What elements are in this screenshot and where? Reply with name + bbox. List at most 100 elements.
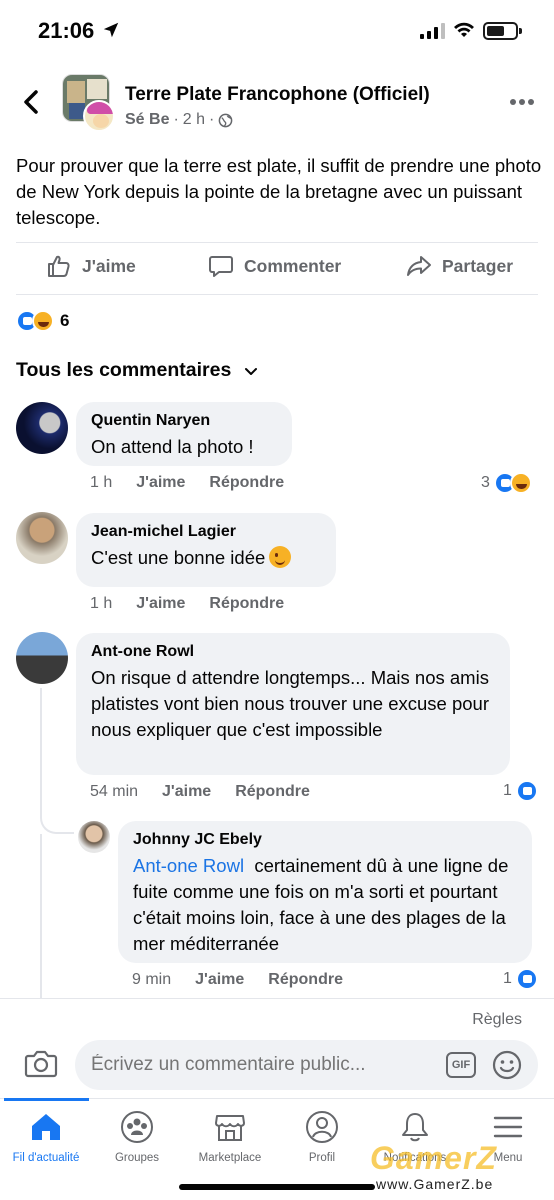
comment-time: 54 min (90, 783, 139, 800)
comment-reactions[interactable]: 1 (503, 968, 538, 990)
avatar[interactable] (16, 512, 68, 564)
comments-filter[interactable]: Tous les commentaires (16, 359, 259, 382)
comment-meta: 9 min J'aime Répondre (132, 971, 343, 989)
comments-filter-label: Tous les commentaires (16, 359, 232, 381)
avatar[interactable] (16, 632, 68, 684)
watermark-url: www.GamerZ.be (376, 1176, 494, 1192)
divider (16, 242, 538, 243)
watermark-logo: GamerZ (370, 1140, 497, 1176)
wink-emoji-icon (269, 546, 292, 568)
comment-author[interactable]: Johnny JC Ebely (133, 831, 516, 849)
reactions-count: 6 (60, 311, 70, 330)
comment-reply-button[interactable]: Répondre (209, 595, 284, 613)
comment-reactions-count: 3 (481, 474, 490, 491)
post-meta: Sé Be · 2 h · (125, 111, 233, 129)
reactions-summary[interactable]: 6 (16, 310, 69, 332)
author-avatar[interactable] (83, 100, 115, 132)
comment-time: 9 min (132, 971, 172, 988)
post-author[interactable]: Sé Be (125, 111, 169, 129)
comment-like-button[interactable]: J'aime (162, 783, 211, 801)
divider (16, 294, 538, 295)
tab-marketplace[interactable]: Marketplace (180, 1110, 280, 1164)
like-label: J'aime (82, 255, 136, 276)
globe-icon (219, 113, 233, 127)
comment-time: 1 h (90, 595, 113, 612)
comment-time: 1 h (90, 474, 113, 491)
tab-label: Marketplace (198, 1152, 262, 1164)
tab-label: Profil (308, 1152, 336, 1164)
group-name[interactable]: Terre Plate Francophone (Officiel) (125, 84, 430, 106)
post-text: Pour prouver que la terre est plate, il … (16, 155, 542, 228)
comment-reply-button[interactable]: Répondre (235, 783, 310, 801)
thread-line (40, 834, 42, 998)
tab-feed[interactable]: Fil d'actualité (0, 1110, 96, 1164)
comment-meta: 1 h J'aime Répondre (90, 595, 284, 613)
status-bar: 21:06 (0, 0, 554, 62)
comment-author[interactable]: Ant-one Rowl (91, 643, 494, 661)
post-actions: J'aime Commenter Partager (0, 253, 554, 289)
marketplace-icon (215, 1115, 245, 1141)
tab-label: Groupes (114, 1152, 160, 1164)
tab-profile[interactable]: Profil (272, 1110, 372, 1164)
chevron-down-icon (245, 367, 258, 375)
menu-icon (493, 1116, 523, 1138)
wifi-icon (454, 22, 474, 37)
avatar[interactable] (78, 821, 110, 853)
comment-like-button[interactable]: J'aime (136, 474, 185, 492)
comment-like-button[interactable]: J'aime (195, 971, 244, 989)
post-time: 2 h (182, 111, 206, 128)
tab-groups[interactable]: Groupes (87, 1110, 187, 1164)
share-label: Partager (442, 255, 514, 276)
home-icon (32, 1114, 60, 1140)
comment-reply-button[interactable]: Répondre (268, 971, 343, 989)
tab-label: Menu (493, 1152, 523, 1164)
comment-bubble: Quentin Naryen On attend la photo ! (76, 402, 292, 466)
comment-meta: 1 h J'aime Répondre (90, 474, 284, 492)
comment-text: On risque d attendre longtemps... Mais n… (91, 667, 489, 740)
emoji-icon[interactable] (492, 1050, 522, 1080)
camera-icon[interactable] (24, 1048, 58, 1078)
share-button[interactable]: Partager (406, 253, 513, 279)
avatar[interactable] (16, 402, 68, 454)
comment-reactions[interactable]: 1 (503, 780, 538, 802)
comment-text: C'est une bonne idée (91, 547, 266, 568)
haha-reaction-icon (509, 472, 532, 494)
home-indicator[interactable] (179, 1184, 375, 1190)
bell-icon (402, 1113, 428, 1142)
like-reaction-icon (515, 780, 538, 802)
haha-reaction-icon (32, 310, 54, 332)
comment-author[interactable]: Jean-michel Lagier (91, 523, 320, 541)
tab-label: Fil d'actualité (12, 1152, 80, 1164)
comment-author[interactable]: Quentin Naryen (91, 412, 276, 430)
location-arrow-icon (103, 22, 119, 38)
share-arrow-icon (407, 256, 431, 276)
comment-bubble-icon (209, 256, 233, 277)
comment-like-button[interactable]: J'aime (136, 595, 185, 613)
profile-icon (306, 1111, 338, 1143)
gif-button[interactable]: GIF (446, 1052, 476, 1078)
battery-icon (483, 22, 522, 40)
like-button[interactable]: J'aime (46, 253, 136, 279)
thumbs-up-icon (48, 255, 70, 277)
thread-line (40, 688, 42, 784)
like-reaction-icon (515, 968, 538, 990)
comment-text: On attend la photo ! (91, 436, 254, 457)
more-options-icon[interactable] (510, 99, 534, 105)
rules-link[interactable]: Règles (472, 1011, 522, 1029)
comment-reply-button[interactable]: Répondre (209, 474, 284, 492)
comment-meta: 54 min J'aime Répondre (90, 783, 310, 801)
active-tab-indicator (4, 1098, 89, 1101)
comment-bubble: Johnny JC Ebely Ant-one Rowl certainemen… (118, 821, 532, 963)
comment-bubble: Jean-michel Lagier C'est une bonne idée (76, 513, 336, 587)
groups-icon (121, 1111, 153, 1143)
thread-curve (40, 784, 74, 834)
comment-button[interactable]: Commenter (208, 253, 341, 279)
back-arrow-icon[interactable] (18, 88, 46, 116)
comment-reactions-count: 1 (503, 970, 512, 987)
comment-reactions[interactable]: 3 (481, 472, 532, 494)
cellular-signal-icon (420, 23, 445, 39)
comment-mention[interactable]: Ant-one Rowl (133, 855, 244, 876)
comment-label: Commenter (244, 255, 342, 276)
comment-bubble: Ant-one Rowl On risque d attendre longte… (76, 633, 510, 775)
status-time: 21:06 (38, 18, 95, 43)
